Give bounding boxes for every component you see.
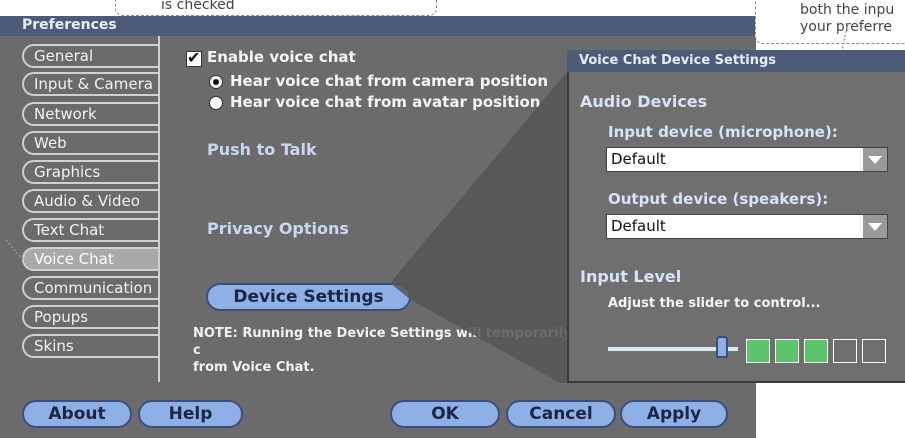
level-box <box>746 339 770 363</box>
level-box <box>775 339 799 363</box>
dialog-title-bar: Voice Chat Device Settings <box>567 50 905 72</box>
input-device-label: Input device (microphone): <box>608 123 838 141</box>
adjust-slider-text: Adjust the slider to control... <box>608 296 821 311</box>
output-device-label: Output device (speakers): <box>608 190 829 208</box>
output-device-value: Default <box>611 217 666 235</box>
level-box <box>862 339 886 363</box>
dialog-title: Voice Chat Device Settings <box>579 53 777 68</box>
input-level-slider-handle[interactable] <box>716 336 728 358</box>
input-device-value: Default <box>611 150 666 168</box>
level-box <box>833 339 857 363</box>
output-device-select[interactable]: Default <box>606 214 888 239</box>
audio-devices-heading: Audio Devices <box>580 92 708 111</box>
input-device-select[interactable]: Default <box>606 147 888 172</box>
chevron-down-icon[interactable] <box>863 215 887 238</box>
level-box <box>804 339 828 363</box>
chevron-down-icon[interactable] <box>863 148 887 171</box>
input-level-heading: Input Level <box>580 267 682 286</box>
